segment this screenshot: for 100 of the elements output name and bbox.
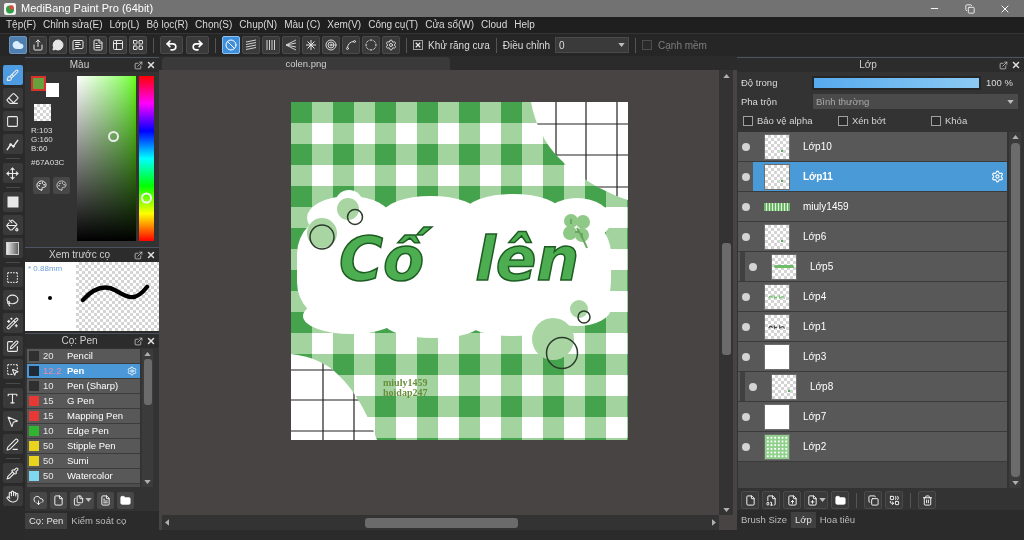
layer-action-button[interactable] [885,491,903,509]
document-tab[interactable]: colen.png [162,57,450,70]
menu-item[interactable]: Công cụ(T) [368,20,419,30]
color-picker-field[interactable] [77,76,136,241]
layer-item[interactable]: Lớp6 [753,222,1007,251]
visibility-toggle[interactable] [738,192,753,221]
scroll-up-arrow-icon[interactable] [722,74,730,78]
menu-item[interactable]: Chụp(N) [239,20,278,30]
visibility-toggle[interactable] [738,372,760,401]
tool-button[interactable] [2,267,23,287]
add-layer-dropdown[interactable] [804,491,828,509]
pop-out-icon[interactable] [134,60,143,70]
toolbar-button[interactable] [69,36,87,54]
tool-button[interactable] [2,388,23,408]
scroll-up-arrow-icon[interactable] [1011,135,1019,139]
tool-button[interactable] [2,313,23,333]
visibility-toggle[interactable] [738,312,753,341]
layer-action-button[interactable] [864,491,882,509]
checkbox[interactable] [743,116,753,126]
snap-button[interactable] [342,36,360,54]
scroll-left-arrow-icon[interactable] [165,519,169,526]
menu-item[interactable]: Lớp(L) [109,20,140,30]
tool-button[interactable] [2,434,23,454]
tool-button[interactable] [2,134,23,154]
tool-button[interactable] [2,336,23,356]
scrollbar-thumb[interactable] [1010,143,1020,477]
snap-button[interactable] [242,36,260,54]
brush-item[interactable]: 50 Sumi [27,454,140,469]
tool-button[interactable] [2,238,23,258]
tool-button[interactable] [2,463,23,483]
menu-item[interactable]: Chỉnh sửa(E) [43,20,103,30]
pop-out-icon[interactable] [999,60,1008,70]
vertical-scrollbar[interactable] [142,349,153,487]
layer-item[interactable]: Lớp5 [760,252,1007,281]
menu-item[interactable]: Chọn(S) [195,20,233,30]
brush-item[interactable]: 10 Pen (Sharp) [27,379,140,394]
visibility-toggle[interactable] [738,132,753,161]
layer-item[interactable]: Lớp2 [753,432,1007,461]
menu-item[interactable]: Tệp(F) [6,20,36,30]
scroll-down-arrow-icon[interactable] [722,508,730,512]
toolbar-button[interactable] [89,36,107,54]
brush-action-button[interactable] [50,491,67,509]
adjust-dropdown[interactable]: 0 [555,37,630,53]
menu-item[interactable]: Xem(V) [327,20,362,30]
visibility-toggle[interactable] [738,402,753,431]
layer-item[interactable]: Lớp7 [753,402,1007,431]
menu-item[interactable]: Bộ lọc(R) [146,20,189,30]
scrollbar-thumb[interactable] [143,359,152,405]
close-icon[interactable] [146,250,156,260]
brush-action-button[interactable] [117,491,134,509]
transparent-color-swatch[interactable] [34,104,51,121]
tool-button[interactable] [2,163,23,183]
tool-button[interactable] [2,486,23,506]
brush-item[interactable]: 50 Watercolor [27,469,140,484]
hue-slider-thumb[interactable] [141,192,152,204]
settings-icon[interactable] [991,170,1004,183]
checkbox[interactable] [838,116,848,126]
snap-button[interactable] [302,36,320,54]
tool-button[interactable] [2,215,23,235]
scroll-down-arrow-icon[interactable] [144,480,151,484]
vertical-scrollbar[interactable] [1009,132,1021,488]
visibility-toggle[interactable] [738,252,760,281]
close-icon[interactable] [146,60,156,70]
scroll-down-arrow-icon[interactable] [1011,481,1019,485]
snap-button[interactable] [362,36,380,54]
layer-item[interactable]: Lớp10 [753,132,1007,161]
redo-button[interactable] [186,36,209,54]
tool-button[interactable] [2,111,23,131]
menu-item[interactable]: Cloud [481,20,508,30]
brush-item[interactable]: 10 Edge Pen [27,424,140,439]
hue-slider[interactable] [139,76,154,241]
layer-item[interactable]: Lớp4 [753,282,1007,311]
undo-button[interactable] [160,36,183,54]
toolbar-button[interactable] [49,36,67,54]
close-icon[interactable] [1011,60,1021,70]
layer-item[interactable]: Lớp8 [760,372,1007,401]
layer-action-button[interactable] [831,491,849,509]
scroll-right-arrow-icon[interactable] [712,519,716,526]
close-icon[interactable] [146,336,156,346]
tool-button[interactable] [2,192,23,212]
toolbar-button[interactable] [109,36,127,54]
tool-button[interactable] [2,65,23,85]
visibility-toggle[interactable] [738,432,753,461]
scrollbar-thumb[interactable] [365,517,518,528]
brush-item[interactable]: 15 G Pen [27,394,140,409]
layer-action-button[interactable] [783,491,801,509]
pop-out-icon[interactable] [134,336,143,346]
brush-item[interactable]: 50 Stipple Pen [27,439,140,454]
tool-button[interactable] [2,290,23,310]
palette-button[interactable] [53,177,70,194]
panel-tab[interactable]: Cọ: Pen [25,513,68,529]
brush-action-button[interactable] [97,491,114,509]
snap-button[interactable] [322,36,340,54]
menu-item[interactable]: Help [514,20,535,30]
visibility-toggle[interactable] [738,282,753,311]
layer-item[interactable]: Lớp1 [753,312,1007,341]
pop-out-icon[interactable] [134,250,143,260]
brush-item[interactable]: 20 Pencil [27,349,140,364]
picker-handle[interactable] [108,131,119,142]
snap-button[interactable] [262,36,280,54]
